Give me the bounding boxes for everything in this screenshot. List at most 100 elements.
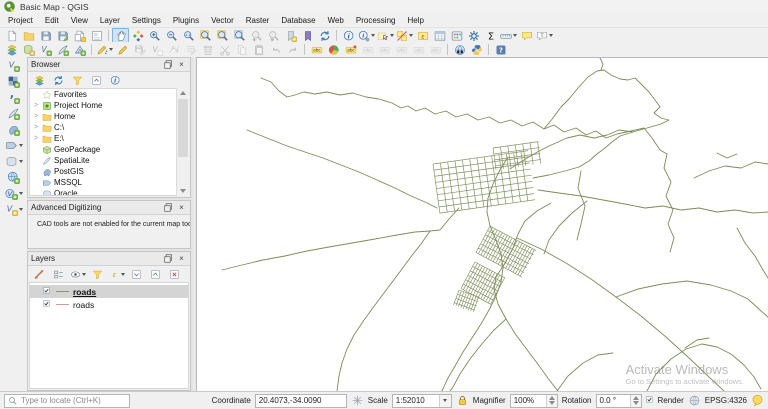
move-label[interactable]: abc (393, 42, 410, 57)
float-panel-button[interactable] (163, 253, 174, 264)
browser-item-e[interactable]: > E:\ (30, 133, 176, 144)
expand-all[interactable] (128, 267, 145, 282)
zoom-to-layer[interactable] (231, 28, 248, 43)
lock-scale-icon[interactable] (456, 394, 469, 407)
zoom-next[interactable] (265, 28, 282, 43)
menu-project[interactable]: Project (2, 14, 39, 27)
show-bookmarks[interactable] (299, 28, 316, 43)
show-hide-labels[interactable]: abc (376, 42, 393, 57)
add-line-feature[interactable]: V (148, 42, 165, 57)
show-layout-manager[interactable] (88, 28, 105, 43)
float-panel-button[interactable] (163, 59, 174, 70)
layer-labeling-options[interactable]: abc (308, 42, 325, 57)
change-label-properties[interactable]: abc (427, 42, 444, 57)
new-spatialite-layer[interactable] (54, 42, 71, 57)
new-geopackage-layer[interactable] (20, 42, 37, 57)
zoom-last[interactable] (248, 28, 265, 43)
render-checkbox[interactable]: Render (645, 396, 684, 405)
browser-item-spatialite[interactable]: SpatiaLite (30, 155, 176, 166)
menu-plugins[interactable]: Plugins (167, 14, 205, 27)
metasearch[interactable] (451, 42, 468, 57)
open-layer-styling[interactable] (31, 267, 48, 282)
pin-unpin-labels[interactable]: abc (359, 42, 376, 57)
add-mssql-layer[interactable] (4, 138, 24, 153)
toggle-editing[interactable] (114, 42, 131, 57)
add-raster-layer[interactable] (5, 74, 22, 89)
new-print-layout[interactable] (71, 28, 88, 43)
scroll-thumb[interactable] (178, 99, 188, 157)
menu-database[interactable]: Database (275, 14, 321, 27)
add-selected-layers[interactable] (31, 73, 48, 88)
pan-map[interactable] (112, 28, 129, 43)
map-tips[interactable] (518, 28, 535, 43)
open-attribute-table[interactable] (431, 28, 448, 43)
zoom-to-selection[interactable] (214, 28, 231, 43)
redo[interactable] (284, 42, 301, 57)
menu-raster[interactable]: Raster (240, 14, 276, 27)
delete-selected[interactable] (199, 42, 216, 57)
deselect-features[interactable] (395, 28, 414, 43)
processing-toolbox[interactable] (465, 28, 482, 43)
scroll-down-icon[interactable] (177, 186, 189, 196)
new-project[interactable] (3, 28, 20, 43)
locate-search-input[interactable]: Type to locate (Ctrl+K) (4, 393, 130, 408)
new-spatial-bookmark[interactable] (282, 28, 299, 43)
layer-item-roads[interactable]: roads (30, 285, 188, 298)
measure-line[interactable] (499, 28, 518, 43)
menu-help[interactable]: Help (401, 14, 429, 27)
menu-web[interactable]: Web (322, 14, 350, 27)
layer-diagram-options[interactable] (325, 42, 342, 57)
filter-browser[interactable] (69, 73, 86, 88)
scale-combo[interactable]: 1:52010 (391, 393, 452, 408)
paste-features[interactable] (250, 42, 267, 57)
modify-attributes[interactable] (182, 42, 199, 57)
menu-vector[interactable]: Vector (205, 14, 240, 27)
save-layer-edits[interactable] (131, 42, 148, 57)
refresh-map[interactable] (316, 28, 333, 43)
browser-scrollbar[interactable] (176, 88, 189, 196)
add-postgis-layer[interactable] (5, 122, 22, 137)
vertex-tool[interactable] (165, 42, 182, 57)
expand-chevron-icon[interactable]: > (33, 135, 39, 142)
save-project[interactable] (37, 28, 54, 43)
text-annotation[interactable]: T (535, 28, 554, 43)
open-project[interactable] (20, 28, 37, 43)
identify-features[interactable]: i (340, 28, 357, 43)
remove-layer[interactable] (166, 267, 183, 282)
undo[interactable] (267, 42, 284, 57)
add-delimited-text-layer[interactable]: , (5, 90, 22, 105)
collapse-all[interactable] (88, 73, 105, 88)
zoom-out[interactable] (163, 28, 180, 43)
new-shapefile-layer[interactable]: V (37, 42, 54, 57)
add-vector-layer[interactable]: V (5, 58, 22, 73)
menu-settings[interactable]: Settings (126, 14, 167, 27)
coordinate-field[interactable]: 20.4073,-34.0090 (254, 393, 347, 408)
add-group[interactable] (50, 267, 67, 282)
menu-view[interactable]: View (65, 14, 94, 27)
collapse-all-layers[interactable] (147, 267, 164, 282)
messages-icon[interactable] (751, 394, 764, 407)
browser-item-oracle[interactable]: Oracle (30, 188, 176, 195)
add-wfs-layer[interactable]: V (4, 186, 24, 201)
menu-edit[interactable]: Edit (39, 14, 65, 27)
magnifier-spin-icons[interactable] (545, 394, 557, 407)
browser-item-geopackage[interactable]: GeoPackage (30, 144, 176, 155)
browser-item-c[interactable]: > C:\ (30, 122, 176, 133)
statistical-summary[interactable]: Σ (482, 28, 499, 43)
rotation-spin-icons[interactable] (629, 394, 641, 407)
highlight-pinned-labels[interactable]: abc (342, 42, 359, 57)
filter-legend[interactable] (89, 267, 106, 282)
filter-by-expression[interactable]: ε (108, 267, 126, 282)
cut-features[interactable] (216, 42, 233, 57)
copy-features[interactable] (233, 42, 250, 57)
menu-layer[interactable]: Layer (94, 14, 126, 27)
add-virtual-layer[interactable]: V (4, 202, 24, 217)
field-calculator[interactable] (448, 28, 465, 43)
magnifier-spinbox[interactable]: 100% (509, 393, 558, 408)
browser-item-favorites[interactable]: Favorites (30, 89, 176, 100)
close-panel-button[interactable]: × (176, 59, 187, 70)
browser-item-mssql[interactable]: MSSQL (30, 177, 176, 188)
close-panel-button[interactable]: × (176, 202, 187, 213)
map-canvas[interactable]: Activate Windows Go to Settings to activ… (196, 57, 768, 392)
add-wms-layer[interactable] (5, 170, 22, 185)
